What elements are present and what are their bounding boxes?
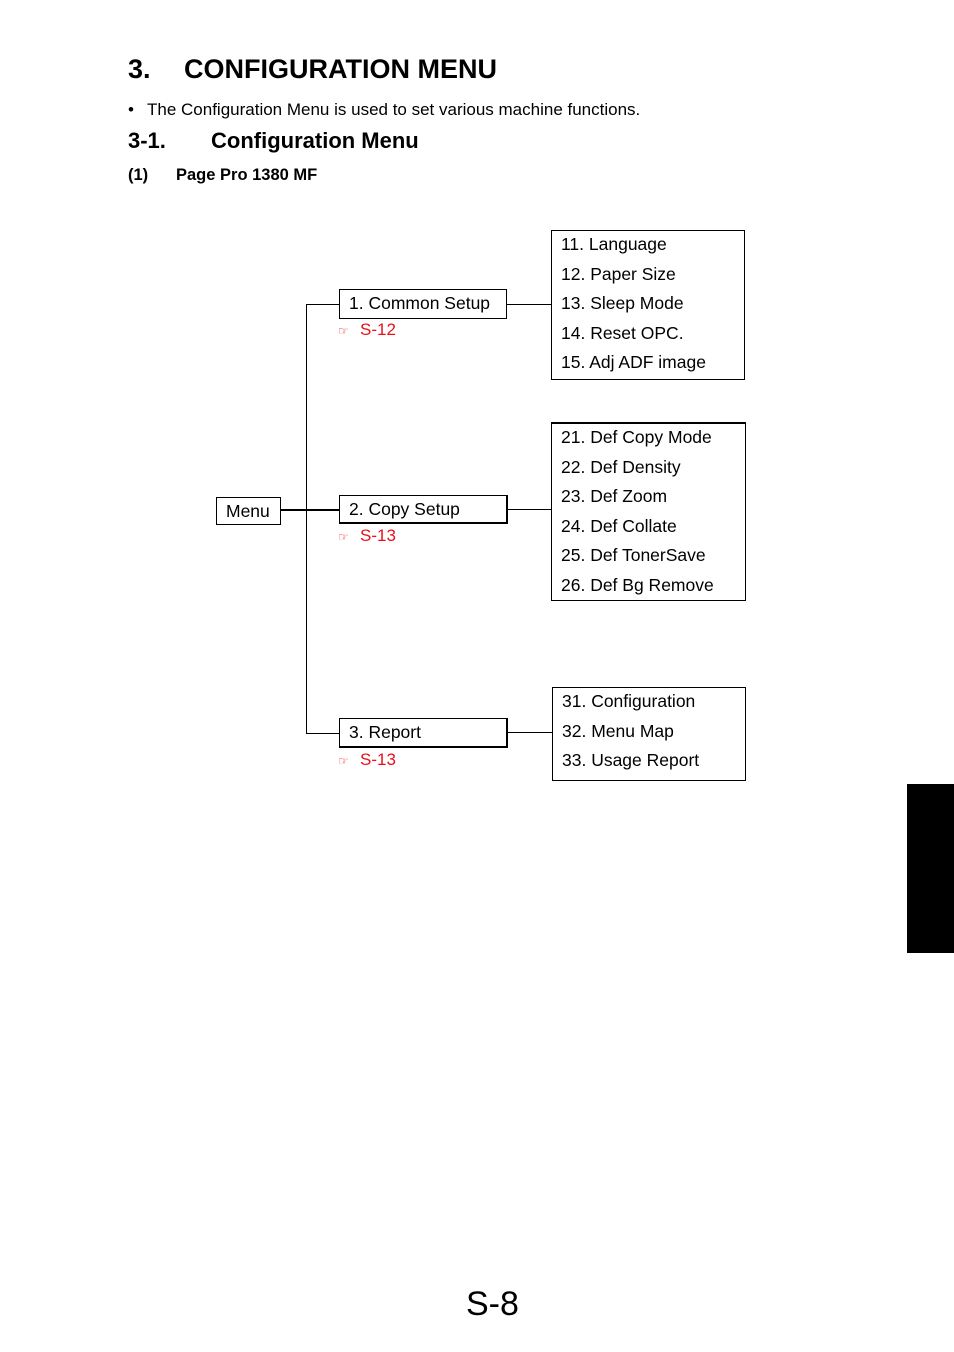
page-reference: ☞ S-12 [338, 320, 396, 340]
submenu-item: 25. Def TonerSave [561, 545, 706, 566]
pointing-hand-icon: ☞ [338, 530, 349, 544]
branch-label: 2. Copy Setup [349, 499, 460, 519]
submenu-item: 21. Def Copy Mode [561, 427, 712, 447]
subsection-title: Configuration Menu [211, 128, 419, 153]
connector-root [281, 509, 340, 511]
page-reference: ☞ S-13 [338, 526, 396, 546]
connector-branch-3-list [508, 732, 553, 733]
submenu-item: 12. Paper Size [561, 263, 676, 284]
section-heading: 3. CONFIGURATION MENU [128, 54, 497, 85]
page-reference: ☞ S-13 [338, 750, 396, 770]
menu-root-label: Menu [226, 501, 270, 521]
intro-bullet: • The Configuration Menu is used to set v… [128, 100, 640, 120]
section-number: 3. [128, 54, 151, 84]
model-title: Page Pro 1380 MF [176, 166, 318, 184]
submenu-item: 14. Reset OPC. [561, 322, 684, 343]
submenu-item: 26. Def Bg Remove [561, 574, 714, 595]
subsection-heading: 3-1. Configuration Menu [128, 128, 419, 154]
page-reference-text: S-13 [360, 750, 396, 769]
submenu-item: 24. Def Collate [561, 515, 677, 536]
connector-trunk [306, 304, 307, 734]
connector-branch-1 [306, 304, 340, 305]
branch-label: 1. Common Setup [349, 293, 491, 313]
submenu-list-copy-setup: 21. Def Copy Mode 22. Def Density 23. De… [551, 422, 746, 601]
menu-root-node: Menu [216, 497, 281, 525]
submenu-item: 22. Def Density [561, 456, 681, 477]
connector-branch-1-list [506, 304, 552, 305]
submenu-item: 32. Menu Map [562, 720, 674, 741]
page-reference-text: S-13 [360, 526, 396, 545]
pointing-hand-icon: ☞ [338, 324, 349, 338]
submenu-item: 23. Def Zoom [561, 486, 668, 507]
submenu-list-common-setup: 11. Language 12. Paper Size 13. Sleep Mo… [551, 230, 745, 380]
submenu-list-report: 31. Configuration 32. Menu Map 33. Usage… [552, 687, 746, 781]
page-reference-text: S-12 [360, 320, 396, 339]
model-heading: (1) Page Pro 1380 MF [128, 166, 317, 185]
connector-branch-2-list [508, 509, 552, 510]
branch-node-common-setup: 1. Common Setup [339, 289, 507, 319]
section-title: CONFIGURATION MENU [184, 54, 497, 84]
section-thumb-tab [907, 784, 954, 953]
submenu-item: 33. Usage Report [562, 750, 700, 771]
submenu-item: 15. Adj ADF image [561, 352, 706, 373]
intro-text: The Configuration Menu is used to set va… [147, 100, 641, 119]
pointing-hand-icon: ☞ [338, 754, 349, 768]
submenu-item: 11. Language [561, 234, 667, 254]
branch-node-copy-setup: 2. Copy Setup [339, 495, 508, 524]
connector-branch-3 [306, 733, 340, 734]
submenu-item: 31. Configuration [562, 691, 696, 711]
bullet-marker: • [128, 100, 134, 119]
model-number: (1) [128, 166, 149, 184]
branch-node-report: 3. Report [339, 718, 508, 748]
branch-label: 3. Report [349, 722, 421, 742]
subsection-number: 3-1. [128, 128, 166, 153]
submenu-item: 13. Sleep Mode [561, 293, 684, 314]
page-number: S-8 [466, 1285, 519, 1323]
